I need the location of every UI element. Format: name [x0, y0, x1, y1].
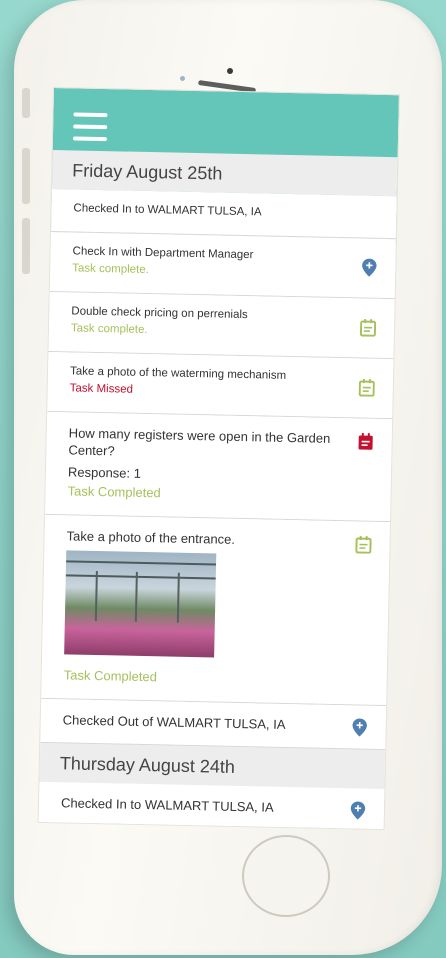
status-text: Task Missed — [69, 382, 134, 396]
list-item[interactable]: Checked Out of WALMART TULSA, IA — [40, 698, 387, 751]
status-text: Task complete. — [72, 262, 150, 277]
status-text: Task complete. — [70, 322, 148, 337]
home-button[interactable] — [242, 835, 330, 917]
list-item[interactable]: Take a photo of the waterming mechanism … — [47, 351, 394, 419]
list-item[interactable]: Take a photo of the entrance. Task Compl… — [41, 514, 390, 706]
list-item[interactable]: Checked In to WALMART TULSA, IA — [38, 782, 385, 830]
location-pin-icon — [350, 801, 366, 820]
item-title: Checked In to WALMART TULSA, IA — [73, 202, 262, 219]
activity-list: Friday August 25th Checked In to WALMART… — [38, 149, 398, 830]
item-title: Take a photo of the entrance. — [66, 528, 236, 547]
location-pin-icon — [352, 718, 367, 737]
item-title: Checked In to WALMART TULSA, IA — [60, 795, 274, 816]
mute-switch — [22, 88, 30, 118]
item-title: Double check pricing on perrenials — [71, 304, 248, 321]
front-camera — [227, 68, 233, 74]
task-icon — [355, 535, 372, 554]
volume-up-button — [22, 148, 30, 204]
hamburger-icon[interactable] — [72, 112, 108, 149]
task-icon — [358, 379, 375, 397]
status-text: Task Completed — [67, 483, 161, 501]
list-item[interactable]: Check In with Department Manager Task co… — [49, 231, 396, 299]
location-pin-icon — [362, 258, 377, 277]
item-title: How many registers were open in the Gard… — [68, 424, 331, 459]
list-item[interactable]: Double check pricing on perrenials Task … — [48, 291, 395, 359]
entrance-photo[interactable] — [64, 550, 217, 658]
list-item[interactable]: How many registers were open in the Gard… — [45, 411, 393, 522]
status-text: Task Completed — [63, 667, 158, 685]
app-screen: Friday August 25th Checked In to WALMART… — [38, 88, 399, 830]
volume-down-button — [22, 218, 30, 274]
item-title: Checked Out of WALMART TULSA, IA — [62, 712, 286, 732]
list-item[interactable]: Checked In to WALMART TULSA, IA — [50, 188, 397, 239]
proximity-sensor — [180, 76, 185, 81]
task-icon — [359, 319, 377, 337]
item-title: Check In with Department Manager — [72, 244, 254, 261]
item-title: Take a photo of the waterming mechanism — [69, 364, 287, 382]
task-missed-icon — [358, 432, 373, 450]
